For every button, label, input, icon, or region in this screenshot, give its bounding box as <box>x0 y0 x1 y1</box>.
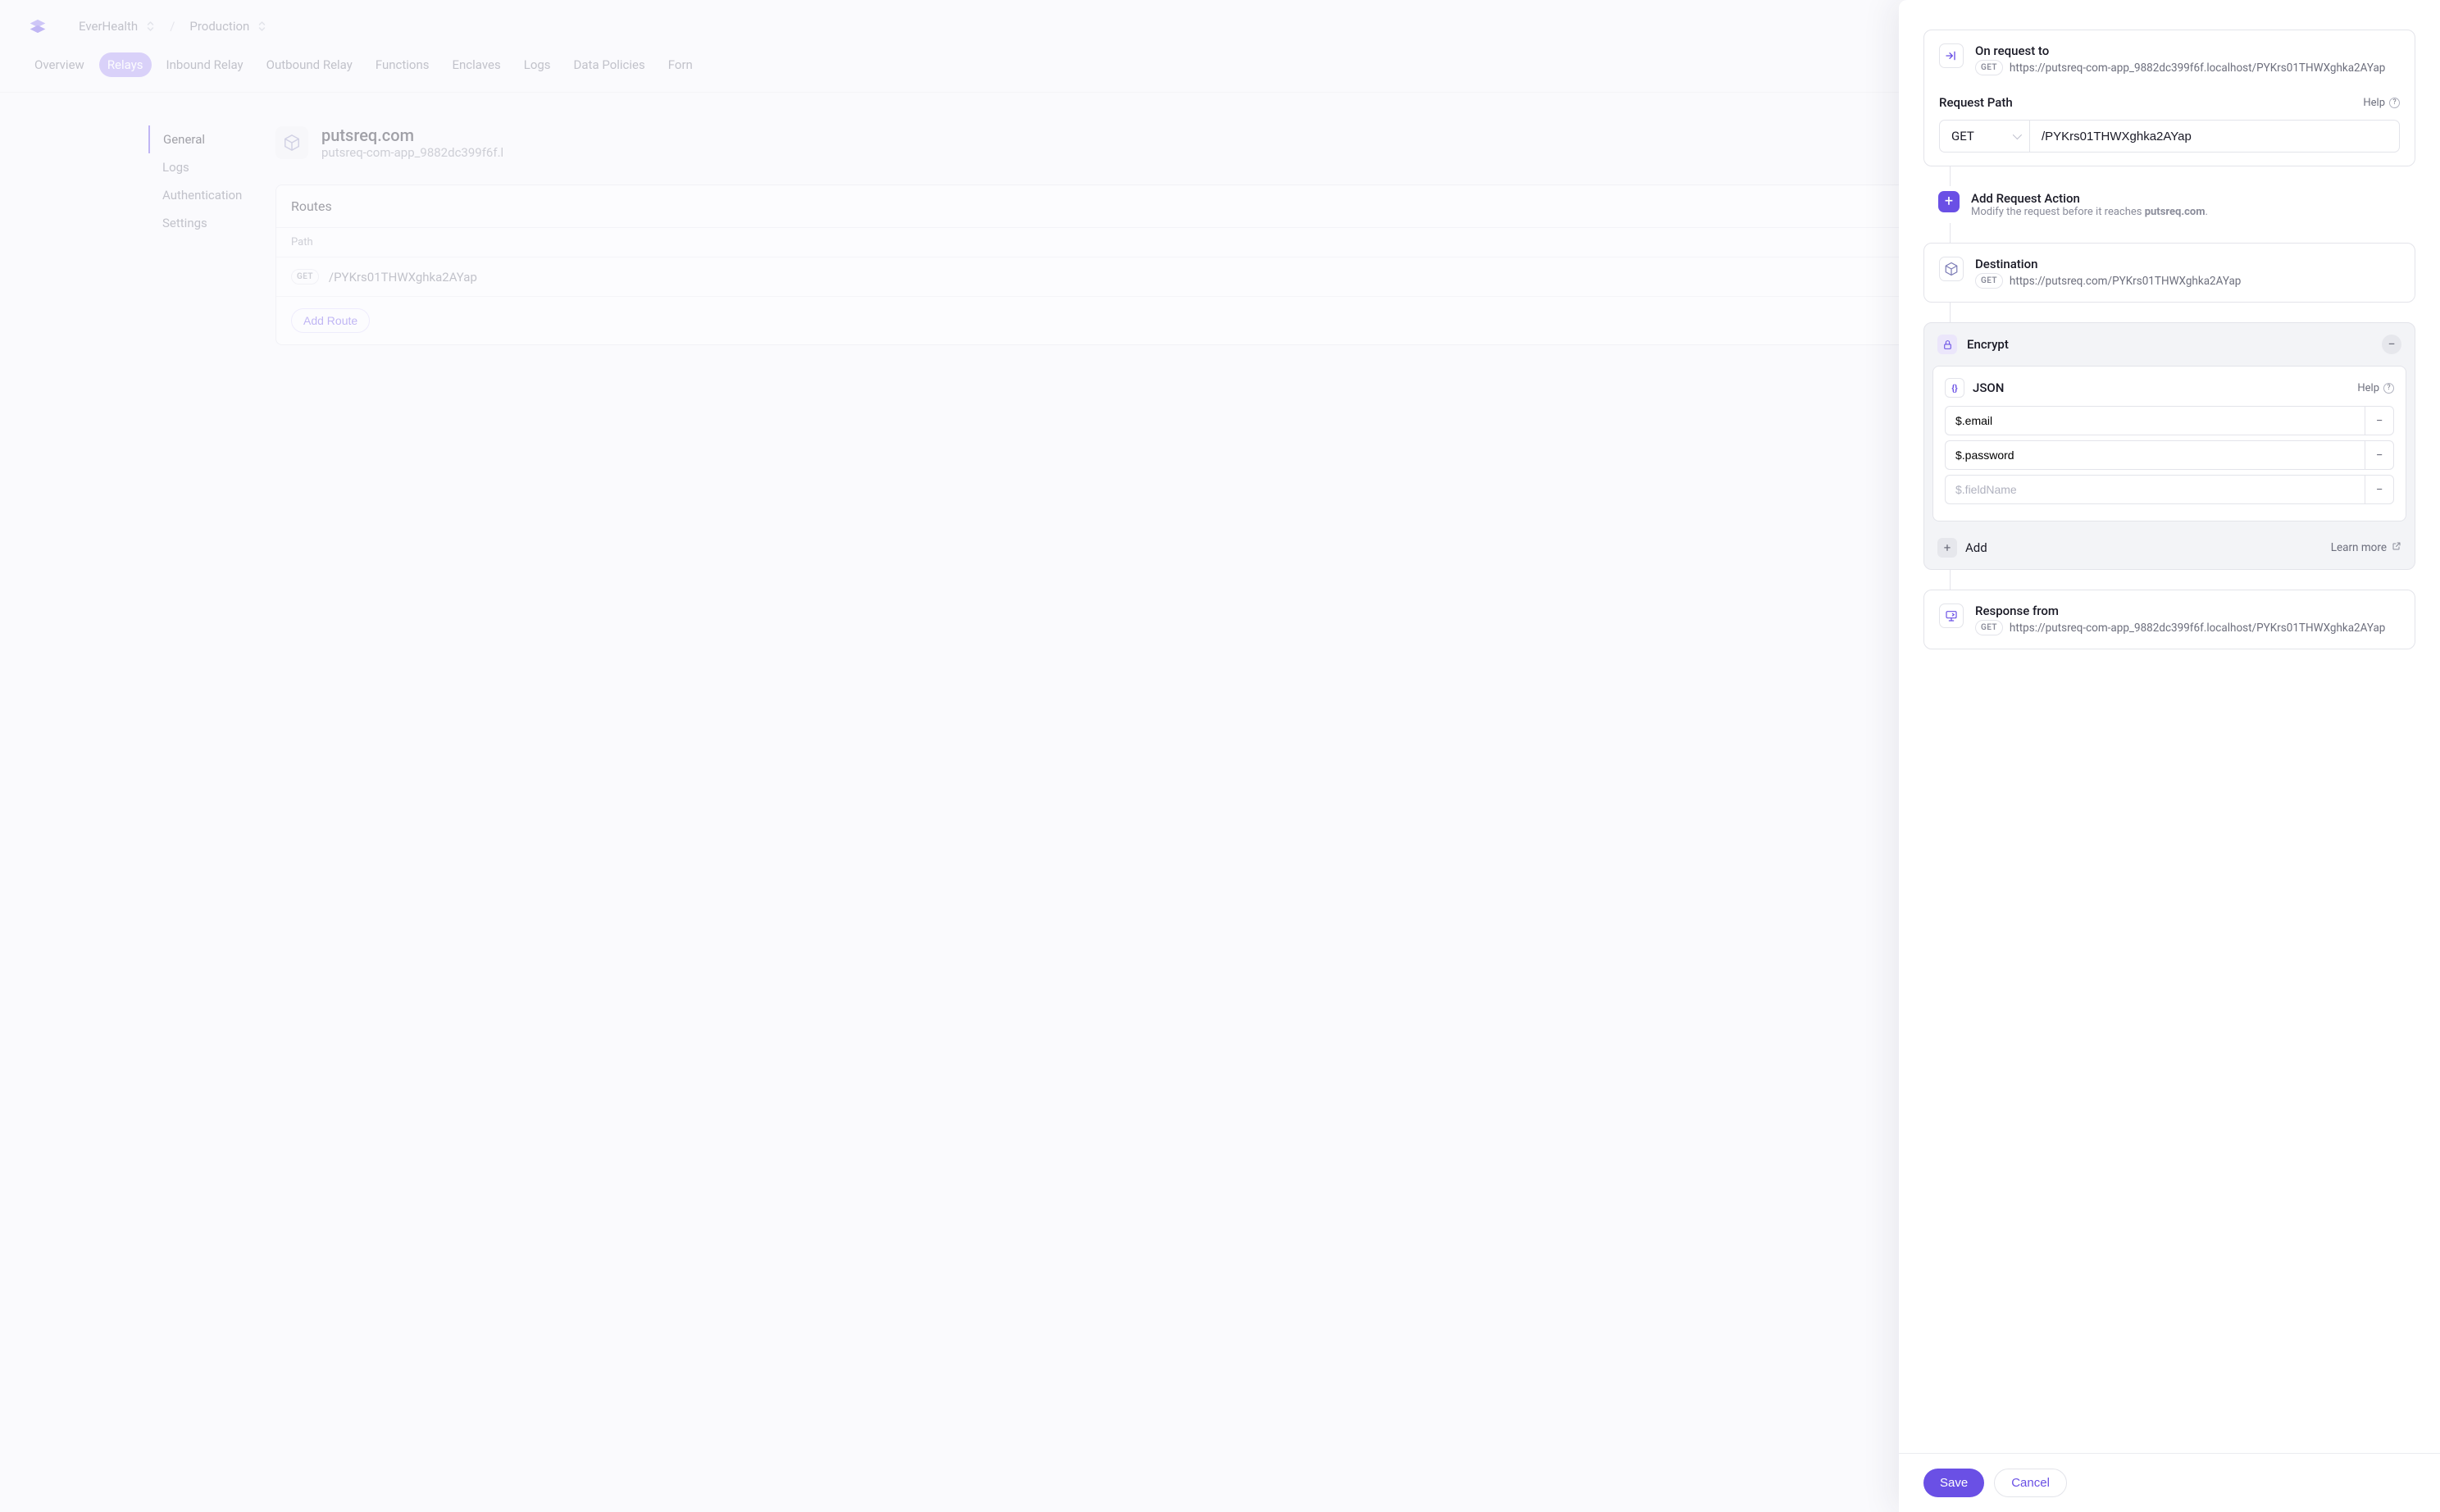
external-link-icon <box>2392 541 2401 554</box>
field-row: − <box>1945 440 2394 470</box>
tab-relays[interactable]: Relays <box>99 52 152 77</box>
encrypt-card: Encrypt − {} JSON Help ? − <box>1923 322 2415 570</box>
field-row: − <box>1945 475 2394 504</box>
add-request-action-title: Add Request Action <box>1971 191 2208 206</box>
on-request-url: https://putsreq-com-app_9882dc399f6f.loc… <box>2010 61 2385 75</box>
flow-connector <box>1950 166 1951 186</box>
tab-functions[interactable]: Functions <box>367 52 438 77</box>
destination-url: https://putsreq.com/PYKrs01THWXghka2AYap <box>2010 275 2241 288</box>
method-select[interactable]: GET <box>1939 120 2029 153</box>
flow-connector <box>1950 303 1951 322</box>
json-icon: {} <box>1945 378 1964 398</box>
tab-enclaves[interactable]: Enclaves <box>444 52 509 77</box>
on-request-card: On request to GET https://putsreq-com-ap… <box>1923 30 2415 166</box>
response-title: Response from <box>1975 603 2385 618</box>
field-input-password[interactable] <box>1945 440 2365 470</box>
request-in-icon <box>1939 43 1964 68</box>
route-drawer: On request to GET https://putsreq-com-ap… <box>1899 0 2440 1512</box>
lock-icon <box>1937 335 1957 354</box>
request-path-group: GET <box>1939 120 2400 153</box>
json-card: {} JSON Help ? − − <box>1932 366 2406 521</box>
drawer-body: On request to GET https://putsreq-com-ap… <box>1899 0 2440 1453</box>
json-title: JSON <box>1973 380 2004 395</box>
sidebar-item-settings[interactable]: Settings <box>149 209 223 237</box>
destination-title: Destination <box>1975 257 2241 271</box>
field-remove-button[interactable]: − <box>2365 440 2394 470</box>
response-url: https://putsreq-com-app_9882dc399f6f.loc… <box>2010 622 2385 635</box>
encrypt-title: Encrypt <box>1967 337 2009 352</box>
destination-cube-icon <box>1939 257 1964 281</box>
breadcrumb-env-label: Production <box>189 19 249 34</box>
add-request-action-sub: Modify the request before it reaches put… <box>1971 206 2208 218</box>
on-request-title: On request to <box>1975 43 2400 58</box>
destination-card: Destination GET https://putsreq.com/PYKr… <box>1923 243 2415 303</box>
field-row: − <box>1945 406 2394 435</box>
response-method: GET <box>1975 620 2003 635</box>
breadcrumb-separator: / <box>165 19 180 34</box>
route-method-badge: GET <box>291 269 319 285</box>
breadcrumb-app[interactable]: EverHealth <box>79 19 155 34</box>
path-input[interactable] <box>2029 120 2400 153</box>
chevron-down-icon <box>2013 130 2022 139</box>
response-icon <box>1939 603 1964 628</box>
json-help[interactable]: Help ? <box>2357 382 2394 394</box>
field-input-email[interactable] <box>1945 406 2365 435</box>
sidebar-item-general[interactable]: General <box>148 125 223 153</box>
drawer-footer: Save Cancel <box>1899 1453 2440 1512</box>
encrypt-add-label: Add <box>1965 540 1987 555</box>
tab-inbound-relay[interactable]: Inbound Relay <box>158 52 252 77</box>
flow-connector <box>1950 223 1951 243</box>
help-icon: ? <box>2383 383 2394 394</box>
field-remove-button[interactable]: − <box>2365 475 2394 504</box>
field-remove-button[interactable]: − <box>2365 406 2394 435</box>
request-path-heading: Request Path <box>1939 95 2013 110</box>
route-path: /PYKrs01THWXghka2AYap <box>329 270 477 285</box>
request-path-help[interactable]: Help ? <box>2363 97 2400 109</box>
app-logo <box>26 14 51 39</box>
save-button[interactable]: Save <box>1923 1469 1984 1497</box>
response-card: Response from GET https://putsreq-com-ap… <box>1923 590 2415 649</box>
relay-cube-icon <box>275 126 308 159</box>
add-request-action-button[interactable]: + <box>1938 191 1960 212</box>
sidebar: General Logs Authentication Settings <box>26 125 223 345</box>
sidebar-item-authentication[interactable]: Authentication <box>149 181 223 209</box>
tab-outbound-relay[interactable]: Outbound Relay <box>258 52 361 77</box>
cancel-button[interactable]: Cancel <box>1994 1469 2067 1497</box>
encrypt-remove-button[interactable]: − <box>2382 335 2401 354</box>
encrypt-add[interactable]: + Add <box>1937 538 1987 558</box>
tab-overview[interactable]: Overview <box>26 52 93 77</box>
tab-form[interactable]: Forn <box>660 52 701 77</box>
add-request-action: + Add Request Action Modify the request … <box>1923 186 2415 223</box>
destination-method: GET <box>1975 273 2003 289</box>
tab-logs[interactable]: Logs <box>516 52 559 77</box>
on-request-method: GET <box>1975 60 2003 75</box>
tab-data-policies[interactable]: Data Policies <box>566 52 653 77</box>
plus-icon: + <box>1937 538 1957 558</box>
field-input-new[interactable] <box>1945 475 2365 504</box>
sidebar-item-logs[interactable]: Logs <box>149 153 223 181</box>
breadcrumb-env[interactable]: Production <box>189 19 266 34</box>
relay-title: putsreq.com <box>321 125 503 145</box>
method-select-value: GET <box>1951 129 1974 143</box>
help-icon: ? <box>2389 98 2400 108</box>
learn-more-link[interactable]: Learn more <box>2331 541 2401 554</box>
add-route-button[interactable]: Add Route <box>291 308 370 333</box>
flow-connector <box>1950 570 1951 590</box>
breadcrumb-app-label: EverHealth <box>79 19 138 34</box>
relay-subtitle: putsreq-com-app_9882dc399f6f.l <box>321 145 503 160</box>
